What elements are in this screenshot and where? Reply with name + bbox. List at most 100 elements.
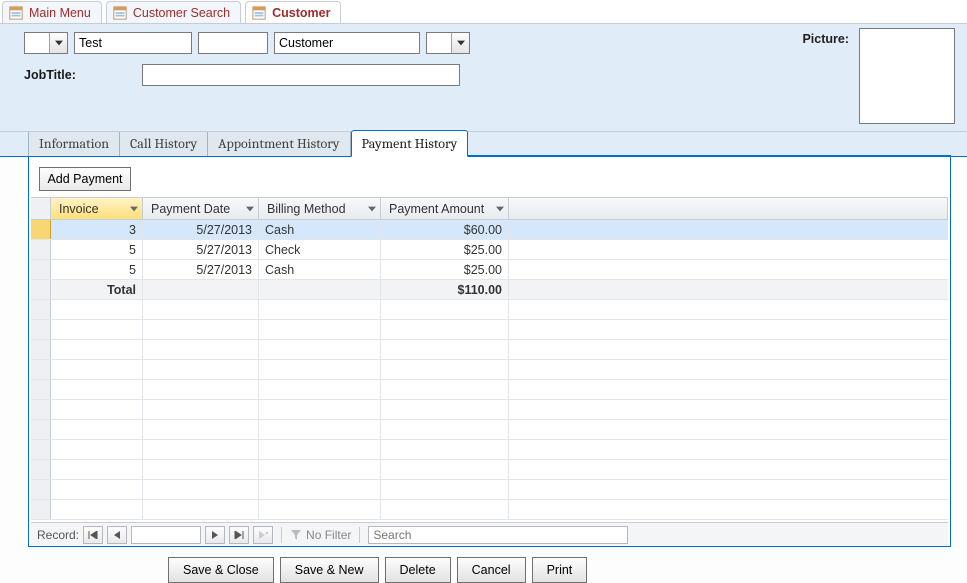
- cell-payment-date[interactable]: 5/27/2013: [143, 220, 259, 239]
- record-number-input[interactable]: [131, 526, 201, 544]
- cell-payment-amount[interactable]: $25.00: [381, 260, 509, 279]
- cell-billing-method[interactable]: Cash: [259, 220, 381, 239]
- table-row[interactable]: 3 5/27/2013 Cash $60.00: [31, 220, 948, 240]
- delete-button[interactable]: Delete: [385, 557, 451, 583]
- total-amount: $110.00: [381, 280, 509, 299]
- first-name-input[interactable]: [74, 32, 192, 54]
- tab-customer-search[interactable]: Customer Search: [106, 1, 241, 23]
- tab-main-menu-label: Main Menu: [29, 6, 91, 20]
- picture-box[interactable]: [859, 28, 955, 124]
- job-title-input[interactable]: [142, 64, 460, 86]
- no-filter-indicator[interactable]: No Filter: [290, 528, 351, 542]
- subtab-bar: Information Call History Appointment His…: [0, 131, 967, 157]
- add-payment-button[interactable]: Add Payment: [39, 167, 131, 191]
- next-icon: [211, 531, 219, 539]
- title-combo[interactable]: [24, 32, 68, 54]
- form-footer: Save & Close Save & New Delete Cancel Pr…: [0, 547, 967, 583]
- col-header-invoice[interactable]: Invoice: [51, 198, 143, 219]
- nav-last-button[interactable]: [229, 526, 249, 544]
- payments-grid: Invoice Payment Date Billing Method Paym…: [31, 197, 948, 546]
- row-selector[interactable]: [31, 240, 51, 259]
- first-icon: [88, 531, 98, 539]
- form-icon: [252, 6, 266, 20]
- no-filter-label: No Filter: [306, 528, 351, 542]
- row-selector-header[interactable]: [31, 198, 51, 219]
- cell-payment-date[interactable]: 5/27/2013: [143, 240, 259, 259]
- blank-row: [31, 400, 948, 420]
- chevron-down-icon: [496, 205, 504, 213]
- chevron-down-icon: [130, 205, 138, 213]
- nav-new-button[interactable]: [253, 526, 273, 544]
- col-header-invoice-label: Invoice: [59, 202, 99, 216]
- col-header-billing-method[interactable]: Billing Method: [259, 198, 381, 219]
- grid-body: 3 5/27/2013 Cash $60.00 5 5/27/2013 Chec…: [31, 220, 948, 522]
- new-record-icon: [258, 531, 268, 539]
- last-name-input[interactable]: [274, 32, 420, 54]
- title-combo-input[interactable]: [25, 33, 49, 53]
- suffix-combo[interactable]: [426, 32, 470, 54]
- chevron-down-icon: [246, 205, 254, 213]
- row-selector[interactable]: [31, 220, 51, 239]
- form-icon: [9, 6, 23, 20]
- blank-row: [31, 480, 948, 500]
- search-input[interactable]: [368, 526, 628, 544]
- chevron-down-icon[interactable]: [451, 33, 469, 53]
- record-label: Record:: [37, 528, 79, 542]
- col-header-payment-amount[interactable]: Payment Amount: [381, 198, 509, 219]
- print-button[interactable]: Print: [532, 557, 588, 583]
- tab-customer-label: Customer: [272, 6, 330, 20]
- suffix-combo-input[interactable]: [427, 33, 451, 53]
- cell-payment-date[interactable]: 5/27/2013: [143, 260, 259, 279]
- col-header-blank: [509, 198, 948, 219]
- picture-label: Picture:: [802, 32, 849, 46]
- filter-icon: [290, 529, 302, 541]
- cell-invoice[interactable]: 5: [51, 260, 143, 279]
- customer-header: JobTitle: Picture:: [0, 24, 967, 132]
- tab-customer[interactable]: Customer: [245, 1, 341, 23]
- blank-row: [31, 360, 948, 380]
- total-label: Total: [51, 280, 143, 299]
- subtab-payment-history[interactable]: Payment History: [351, 130, 469, 157]
- subtab-information[interactable]: Information: [28, 130, 120, 156]
- cell-billing-method[interactable]: Cash: [259, 260, 381, 279]
- subtab-call-history[interactable]: Call History: [120, 130, 208, 156]
- prev-icon: [113, 531, 121, 539]
- cell-invoice[interactable]: 3: [51, 220, 143, 239]
- cell-payment-amount[interactable]: $60.00: [381, 220, 509, 239]
- subtab-appointment-history[interactable]: Appointment History: [208, 130, 350, 156]
- middle-name-input[interactable]: [198, 32, 268, 54]
- save-new-button[interactable]: Save & New: [280, 557, 379, 583]
- nav-prev-button[interactable]: [107, 526, 127, 544]
- col-header-billing-method-label: Billing Method: [267, 202, 346, 216]
- row-selector: [31, 280, 51, 299]
- last-icon: [234, 531, 244, 539]
- blank-row: [31, 420, 948, 440]
- payment-history-pane: Add Payment Invoice Payment Date Billing…: [28, 157, 951, 547]
- blank-row: [31, 500, 948, 520]
- cell-payment-amount[interactable]: $25.00: [381, 240, 509, 259]
- blank-row: [31, 460, 948, 480]
- nav-first-button[interactable]: [83, 526, 103, 544]
- tab-main-menu[interactable]: Main Menu: [2, 1, 102, 23]
- tab-customer-search-label: Customer Search: [133, 6, 230, 20]
- blank-row: [31, 300, 948, 320]
- nav-next-button[interactable]: [205, 526, 225, 544]
- total-row: Total $110.00: [31, 280, 948, 300]
- col-header-payment-amount-label: Payment Amount: [389, 202, 484, 216]
- blank-row: [31, 380, 948, 400]
- table-row[interactable]: 5 5/27/2013 Check $25.00: [31, 240, 948, 260]
- record-navigator: Record: No Filter: [31, 522, 948, 546]
- save-close-button[interactable]: Save & Close: [168, 557, 274, 583]
- col-header-payment-date[interactable]: Payment Date: [143, 198, 259, 219]
- mdi-tab-bar: Main Menu Customer Search Customer: [0, 0, 967, 24]
- chevron-down-icon: [368, 205, 376, 213]
- chevron-down-icon[interactable]: [49, 33, 67, 53]
- cancel-button[interactable]: Cancel: [457, 557, 526, 583]
- col-header-payment-date-label: Payment Date: [151, 202, 230, 216]
- cell-billing-method[interactable]: Check: [259, 240, 381, 259]
- row-selector[interactable]: [31, 260, 51, 279]
- cell-invoice[interactable]: 5: [51, 240, 143, 259]
- blank-row: [31, 440, 948, 460]
- table-row[interactable]: 5 5/27/2013 Cash $25.00: [31, 260, 948, 280]
- grid-header: Invoice Payment Date Billing Method Paym…: [31, 198, 948, 220]
